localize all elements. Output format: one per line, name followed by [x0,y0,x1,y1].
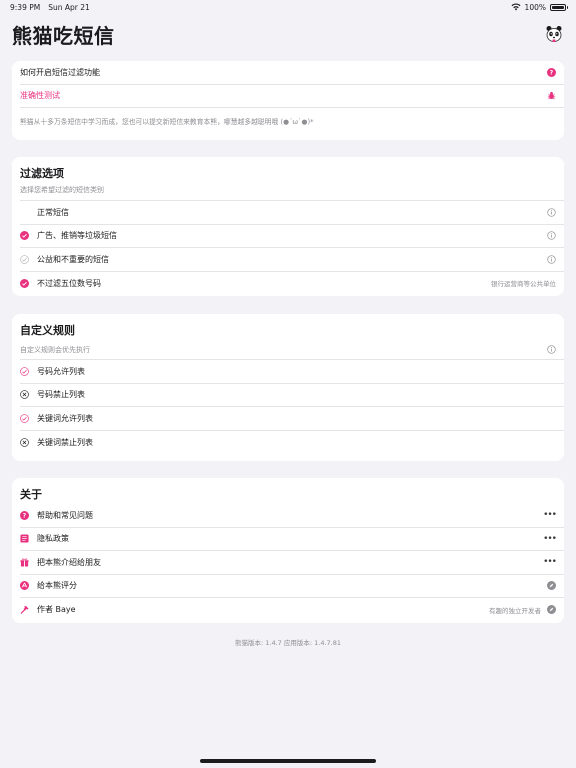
filter-item-label: 不过滤五位数号码 [37,278,101,288]
rule-label: 号码禁止列表 [37,390,85,400]
rule-label: 关键词允许列表 [37,413,93,423]
author-note: 有趣的独立开发者 [489,606,541,615]
about-label: 给本熊评分 [37,581,77,591]
bug-icon [547,91,556,100]
allow-check-icon [20,413,29,423]
page-title: 熊猫吃短信 [12,23,115,48]
home-indicator[interactable] [200,759,376,763]
about-privacy-row[interactable]: 隐私政策 ••• [20,528,564,551]
status-time: 9:39 PM [10,2,41,12]
compass-icon [547,605,556,615]
filter-item-label: 正常短信 [37,207,69,217]
ellipsis-icon: ••• [543,557,557,568]
filter-item-label: 公益和不重要的短信 [37,254,109,264]
filter-item-five-digit[interactable]: 不过滤五位数号码 银行运营商等公共单位 [20,272,564,296]
info-icon[interactable] [547,208,556,217]
about-label: 帮助和常见问题 [37,510,93,520]
rule-keyword-deny[interactable]: 关键词禁止列表 [20,431,564,455]
filter-item-normal[interactable]: 正常短信 [20,201,564,225]
rule-label: 号码允许列表 [37,366,85,376]
rule-keyword-allow[interactable]: 关键词允许列表 [20,407,564,431]
filter-card: 过滤选项 选择您希望过滤的短信类别 正常短信 广告、推销等垃圾短信 公益和不重要… [12,157,564,296]
filter-title: 过滤选项 [20,167,64,180]
compass-icon [547,581,556,591]
checkmark-filled-icon [20,278,29,288]
about-author-row[interactable]: 作者 Baye 有趣的独立开发者 [20,598,564,622]
about-card: 关于 ? 帮助和常见问题 ••• 隐私政策 ••• 把本熊介绍给朋友 ••• 给… [12,478,564,623]
app-store-icon [20,581,29,591]
rules-card: 自定义规则 自定义规则会优先执行 号码允许列表 号码禁止列表 关键词允许列表 关… [12,314,564,461]
battery-icon [550,3,568,11]
about-help-row[interactable]: ? 帮助和常见问题 ••• [20,504,564,528]
five-digit-note: 银行运营商等公共单位 [491,280,556,289]
gift-icon [20,558,29,567]
about-title: 关于 [20,488,42,501]
howto-row[interactable]: 如何开启短信过滤功能 ? [20,61,564,85]
deny-x-icon [20,437,29,447]
accuracy-test-row[interactable]: 准确性测试 [20,85,564,108]
question-icon: ? [547,67,556,77]
battery-percent: 100% [524,2,546,12]
checkmark-filled-icon [20,231,29,241]
status-bar: 9:39 PM Sun Apr 21 100% [0,0,576,14]
rules-subtitle-row: 自定义规则会优先执行 [20,340,564,360]
checkmark-outline-icon [20,254,29,264]
howto-label: 如何开启短信过滤功能 [20,67,100,77]
accuracy-test-label: 准确性测试 [20,91,60,101]
rules-title: 自定义规则 [20,324,75,337]
ellipsis-icon: ••• [543,533,557,544]
about-label: 把本熊介绍给朋友 [37,557,101,567]
filter-item-spam[interactable]: 广告、推销等垃圾短信 [20,225,564,248]
about-label: 作者 Baye [37,605,76,615]
ellipsis-icon: ••• [543,510,557,521]
hammer-icon [20,605,29,614]
info-icon[interactable] [547,255,556,264]
about-rate-row[interactable]: 给本熊评分 [20,575,564,598]
filter-item-public[interactable]: 公益和不重要的短信 [20,248,564,272]
about-label: 隐私政策 [37,534,69,544]
info-icon[interactable] [547,345,556,354]
status-date: Sun Apr 21 [48,2,90,12]
allow-check-icon [20,366,29,376]
about-share-row[interactable]: 把本熊介绍给朋友 ••• [20,551,564,575]
deny-x-icon [20,390,29,400]
rule-number-allow[interactable]: 号码允许列表 [20,360,564,384]
help-icon: ? [20,510,29,520]
rule-label: 关键词禁止列表 [37,437,93,447]
rule-number-deny[interactable]: 号码禁止列表 [20,384,564,407]
wifi-icon [511,3,521,11]
header: 熊猫吃短信 [12,20,564,48]
filter-subtitle: 选择您希望过滤的短信类别 [20,183,564,201]
filter-item-label: 广告、推销等垃圾短信 [37,231,117,241]
version-footer: 熊猫版本: 1.4.7 应用版本: 1.4.7.81 [235,639,341,647]
intro-description: 熊猫从十多万条短信中学习而成，您也可以提交新短信来教育本熊，哪慧越多越聪明哦 (… [20,118,314,126]
intro-card: 如何开启短信过滤功能 ? 准确性测试 熊猫从十多万条短信中学习而成，您也可以提交… [12,61,564,140]
rules-subtitle: 自定义规则会优先执行 [20,345,90,354]
panda-avatar-icon[interactable] [544,24,564,44]
info-icon[interactable] [547,231,556,240]
document-icon [20,534,29,543]
